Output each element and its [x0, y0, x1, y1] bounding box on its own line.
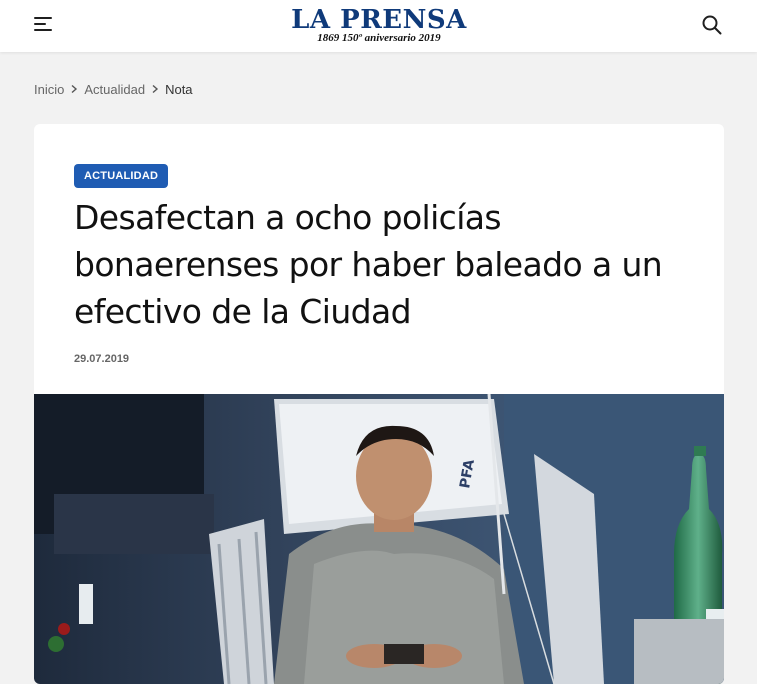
search-icon[interactable]	[700, 13, 724, 37]
logo-title: LA PRENSA	[291, 5, 467, 35]
breadcrumb-link-inicio[interactable]: Inicio	[34, 82, 64, 97]
article-photo[interactable]: PFA	[34, 394, 724, 684]
chevron-right-icon	[71, 84, 78, 94]
hamburger-menu-icon[interactable]	[30, 14, 56, 36]
site-logo[interactable]: LA PRENSA 1869 150º aniversario 2019	[278, 6, 480, 46]
article-card: ACTUALIDAD Desafectan a ocho policías bo…	[34, 124, 724, 684]
breadcrumb: Inicio Actualidad Nota	[34, 80, 193, 98]
article-date: 29.07.2019	[74, 353, 130, 365]
site-header: LA PRENSA 1869 150º aniversario 2019	[0, 0, 757, 52]
breadcrumb-current: Nota	[165, 81, 193, 97]
breadcrumb-link-actualidad[interactable]: Actualidad	[84, 82, 145, 97]
article-title: Desafectan a ocho policías bonaerenses p…	[74, 198, 663, 331]
chevron-right-icon	[152, 84, 159, 94]
category-badge[interactable]: ACTUALIDAD	[74, 164, 169, 188]
